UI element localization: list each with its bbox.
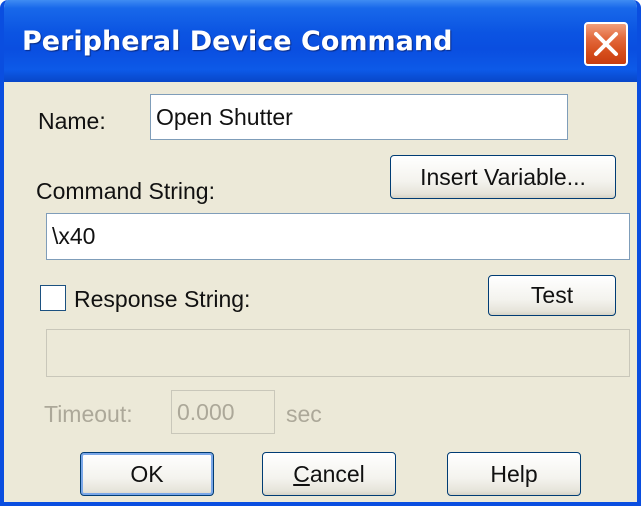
dialog-title: Peripheral Device Command	[22, 26, 453, 57]
close-button[interactable]	[584, 22, 628, 66]
close-icon	[594, 32, 618, 56]
command-string-input[interactable]: \x40	[46, 213, 630, 260]
response-string-label: Response String:	[74, 286, 251, 312]
response-string-input	[46, 329, 630, 377]
command-string-label: Command String:	[36, 178, 215, 204]
name-label: Name:	[38, 108, 106, 134]
help-button[interactable]: Help	[447, 452, 581, 496]
test-button[interactable]: Test	[488, 275, 616, 316]
insert-variable-button[interactable]: Insert Variable...	[390, 155, 616, 199]
timeout-label: Timeout:	[44, 401, 133, 427]
timeout-input: 0.000	[171, 390, 275, 434]
title-bar[interactable]: Peripheral Device Command	[4, 0, 637, 82]
ok-button[interactable]: OK	[80, 452, 214, 496]
cancel-mnemonic: C	[293, 460, 310, 487]
response-string-checkbox[interactable]	[40, 285, 66, 311]
dialog-body: Name: Open Shutter Command String: Inser…	[4, 82, 637, 502]
name-input[interactable]: Open Shutter	[150, 94, 568, 140]
timeout-unit-label: sec	[286, 401, 322, 427]
cancel-label-rest: ancel	[309, 460, 365, 487]
cancel-button[interactable]: Cancel	[262, 452, 396, 496]
dialog-window: Peripheral Device Command Name: Open Shu…	[0, 0, 641, 506]
